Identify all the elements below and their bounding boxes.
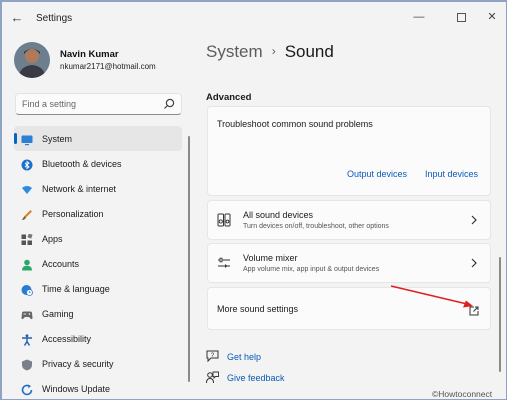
bluetooth-icon: [21, 158, 33, 171]
sidebar-item-time-language[interactable]: Time & language: [14, 276, 182, 301]
speaker-devices-icon: [217, 213, 231, 227]
minimize-button[interactable]: —: [407, 8, 431, 26]
sidebar-item-personalization[interactable]: Personalization: [14, 201, 182, 226]
settings-window: ← Settings — ✕ Navin Kumar nkumar2171@ho…: [1, 1, 507, 400]
user-name: Navin Kumar: [60, 49, 119, 60]
input-devices-link[interactable]: Input devices: [425, 169, 478, 179]
give-feedback-link[interactable]: Give feedback: [206, 371, 326, 385]
all-sound-devices-title: All sound devices: [243, 210, 314, 220]
search-placeholder: Find a setting: [22, 99, 77, 109]
accessibility-icon: [21, 333, 33, 346]
all-sound-devices-row[interactable]: All sound devices Turn devices on/off, t…: [207, 200, 491, 240]
search-icon: [163, 97, 175, 109]
sidebar-nav: System Bluetooth & devices Network & int…: [14, 126, 182, 399]
breadcrumb-separator: ›: [271, 44, 276, 58]
back-arrow-icon[interactable]: ←: [10, 11, 24, 25]
avatar[interactable]: [14, 42, 50, 78]
search-input[interactable]: Find a setting: [15, 93, 182, 115]
user-email: nkumar2171@hotmail.com: [60, 62, 156, 71]
sidebar-item-label: Personalization: [42, 209, 104, 219]
sidebar-item-label: Gaming: [42, 309, 74, 319]
chevron-right-icon: [470, 256, 478, 268]
volume-mixer-title: Volume mixer: [243, 253, 298, 263]
sidebar-item-network[interactable]: Network & internet: [14, 176, 182, 201]
volume-mixer-subtitle: App volume mix, app input & output devic…: [243, 266, 380, 273]
mixer-sliders-icon: [217, 256, 231, 270]
update-icon: [21, 383, 33, 396]
sidebar-item-gaming[interactable]: Gaming: [14, 301, 182, 326]
title-bar: ← Settings — ✕: [2, 2, 506, 34]
sidebar-item-label: System: [42, 134, 73, 144]
sidebar-scrollbar[interactable]: [188, 136, 190, 382]
sidebar-item-label: Apps: [42, 234, 63, 244]
shield-icon: [21, 358, 33, 371]
volume-mixer-row[interactable]: Volume mixer App volume mix, app input &…: [207, 243, 491, 283]
give-feedback-label: Give feedback: [227, 373, 285, 383]
window-title: Settings: [36, 13, 73, 24]
page-title: Sound: [284, 42, 334, 61]
person-icon: [21, 258, 33, 271]
all-sound-devices-subtitle: Turn devices on/off, troubleshoot, other…: [243, 223, 389, 230]
brush-icon: [21, 208, 33, 220]
sidebar-item-accounts[interactable]: Accounts: [14, 251, 182, 276]
sidebar-item-label: Accessibility: [42, 334, 92, 344]
monitor-icon: [21, 133, 33, 146]
sidebar-item-apps[interactable]: Apps: [14, 226, 182, 251]
gamepad-icon: [21, 308, 33, 320]
section-title: Advanced: [206, 92, 252, 103]
sidebar-item-privacy-security[interactable]: Privacy & security: [14, 351, 182, 376]
globe-clock-icon: [21, 283, 33, 296]
breadcrumb: System › Sound: [206, 42, 334, 62]
sidebar-item-label: Windows Update: [42, 384, 111, 394]
sidebar-item-accessibility[interactable]: Accessibility: [14, 326, 182, 351]
troubleshoot-title: Troubleshoot common sound problems: [217, 119, 373, 129]
sidebar-item-system[interactable]: System: [14, 126, 182, 151]
close-button[interactable]: ✕: [480, 8, 504, 26]
get-help-link[interactable]: ? Get help: [206, 350, 326, 364]
sidebar-item-label: Network & internet: [42, 184, 117, 194]
wifi-icon: [21, 183, 33, 195]
selection-indicator: [14, 133, 17, 144]
help-chat-icon: ?: [206, 350, 219, 363]
maximize-button[interactable]: [449, 8, 473, 26]
output-devices-link[interactable]: Output devices: [347, 169, 407, 179]
content-scrollbar[interactable]: [499, 257, 501, 372]
get-help-label: Get help: [227, 352, 262, 362]
sidebar-item-label: Time & language: [42, 284, 110, 294]
sidebar-item-bluetooth[interactable]: Bluetooth & devices: [14, 151, 182, 176]
sidebar-item-windows-update[interactable]: Windows Update: [14, 376, 182, 399]
sidebar-item-label: Accounts: [42, 259, 80, 269]
apps-icon: [21, 233, 33, 245]
sidebar-item-label: Privacy & security: [42, 359, 114, 369]
breadcrumb-parent[interactable]: System: [206, 42, 263, 61]
more-sound-settings-title: More sound settings: [217, 304, 299, 314]
watermark: ©Howtoconnect: [432, 389, 493, 399]
feedback-icon: [206, 371, 219, 384]
troubleshoot-card: Troubleshoot common sound problems Outpu…: [207, 106, 491, 196]
chevron-right-icon: [470, 213, 478, 225]
sidebar-item-label: Bluetooth & devices: [42, 159, 122, 169]
annotation-arrow: [390, 285, 473, 308]
